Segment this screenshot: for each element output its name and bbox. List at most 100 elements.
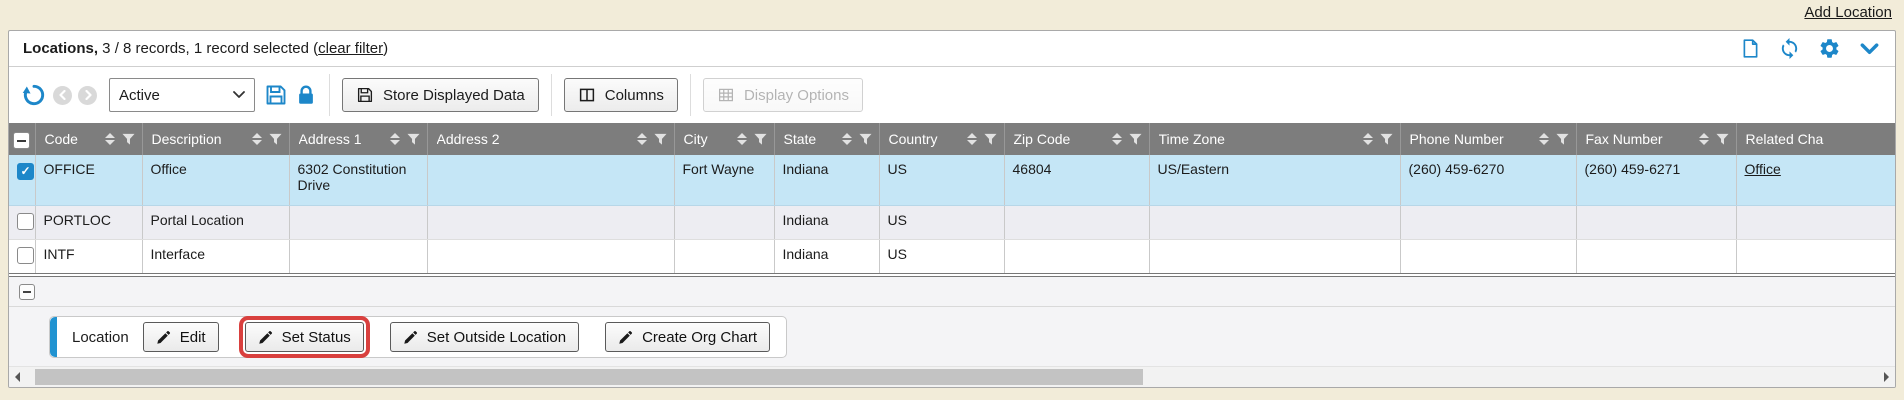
related-chart-link[interactable]: Office [1745,161,1781,177]
table-cell: Indiana [774,239,879,273]
filter-icon[interactable] [407,133,420,146]
column-header-code[interactable]: Code [35,123,142,155]
action-button-label: Create Org Chart [642,329,757,346]
column-header-country[interactable]: Country [879,123,1004,155]
filter-icon[interactable] [1380,133,1393,146]
pencil-icon [258,330,273,345]
sort-icon[interactable] [1699,133,1709,145]
filter-icon[interactable] [269,133,282,146]
toolbar-divider [329,74,330,116]
columns-button[interactable]: Columns [564,78,678,112]
table-cell [1149,205,1400,239]
sort-icon[interactable] [1539,133,1549,145]
floppy-icon [356,86,374,104]
column-label: Code [45,131,98,147]
panel-icon-toolbar [1740,37,1881,60]
location-actions-card: Location EditSet StatusSet Outside Locat… [49,316,787,358]
column-header-address-2[interactable]: Address 2 [427,123,674,155]
chevron-down-icon[interactable] [1858,37,1881,60]
select-all-checkbox[interactable] [13,132,30,149]
refresh-icon[interactable] [1778,37,1801,60]
column-header-fax-number[interactable]: Fax Number [1576,123,1736,155]
locations-table-wrap: Code Description Address 1 Address 2 City Sta… [9,123,1895,273]
sort-icon[interactable] [105,133,115,145]
status-filter-value: Active [119,87,160,104]
display-options-button: Display Options [703,78,863,112]
filter-icon[interactable] [754,133,767,146]
filter-icon[interactable] [1716,133,1729,146]
table-cell [1736,239,1895,273]
table-cell [427,205,674,239]
clear-filter-link[interactable]: clear filter [318,40,383,57]
gear-icon[interactable] [1818,37,1841,60]
sort-icon[interactable] [252,133,262,145]
column-header-city[interactable]: City [674,123,774,155]
set-status-button[interactable]: Set Status [245,322,364,352]
store-displayed-data-button[interactable]: Store Displayed Data [342,78,539,112]
set-outside-location-button[interactable]: Set Outside Location [390,322,579,352]
sort-icon[interactable] [390,133,400,145]
row-checkbox[interactable] [17,247,34,264]
sort-icon[interactable] [1112,133,1122,145]
sort-icon[interactable] [1363,133,1373,145]
table-cell: Indiana [774,205,879,239]
select-all-header [9,123,35,155]
scroll-right-icon[interactable] [1884,372,1889,382]
sort-icon[interactable] [842,133,852,145]
filter-icon[interactable] [654,133,667,146]
edit-button[interactable]: Edit [143,322,219,352]
scroll-left-icon[interactable] [15,372,20,382]
panel-title-label: Locations, [23,40,98,57]
sort-icon[interactable] [967,133,977,145]
column-header-description[interactable]: Description [142,123,289,155]
column-label: City [684,131,730,147]
create-org-chart-button[interactable]: Create Org Chart [605,322,770,352]
new-document-icon[interactable] [1740,37,1761,60]
actions-collapse-row [9,277,1895,307]
records-summary: 3 / 8 records, 1 record selected ( [98,40,318,57]
save-view-icon[interactable] [264,83,288,107]
columns-label: Columns [605,87,664,104]
table-cell: 46804 [1004,155,1149,205]
filter-icon[interactable] [1129,133,1142,146]
column-label: Zip Code [1014,131,1105,147]
column-header-related-cha[interactable]: Related Cha [1736,123,1895,155]
table-row: PORTLOCPortal LocationIndianaUS [9,205,1895,239]
row-select-cell: ✓ [9,155,35,205]
sort-icon[interactable] [637,133,647,145]
column-label: Address 1 [299,131,383,147]
horizontal-scrollbar[interactable] [9,366,1895,387]
table-cell [1004,239,1149,273]
collapse-panel-icon[interactable] [19,284,35,300]
table-cell [1400,239,1576,273]
locations-panel: Locations, 3 / 8 records, 1 record selec… [8,30,1896,388]
filter-icon[interactable] [984,133,997,146]
sort-icon[interactable] [737,133,747,145]
status-filter-select[interactable]: Active [109,78,255,112]
filter-icon[interactable] [859,133,872,146]
column-header-address-1[interactable]: Address 1 [289,123,427,155]
column-header-state[interactable]: State [774,123,879,155]
add-location-link[interactable]: Add Location [1804,4,1892,21]
pencil-icon [618,330,633,345]
column-header-zip-code[interactable]: Zip Code [1004,123,1149,155]
column-header-phone-number[interactable]: Phone Number [1400,123,1576,155]
locations-table: Code Description Address 1 Address 2 City Sta… [9,123,1895,273]
action-button-label: Set Outside Location [427,329,566,346]
actions-footer: Location EditSet StatusSet Outside Locat… [9,307,1895,366]
row-checkbox[interactable]: ✓ [17,163,34,180]
table-cell [1576,239,1736,273]
nav-next-icon[interactable] [78,86,97,105]
pencil-icon [403,330,418,345]
row-checkbox[interactable] [17,213,34,230]
scrollbar-thumb[interactable] [35,369,1143,385]
undo-icon[interactable] [21,82,47,108]
column-label: Related Cha [1746,131,1896,147]
lock-icon[interactable] [295,84,317,107]
filter-icon[interactable] [122,133,135,146]
table-cell [1149,239,1400,273]
column-header-time-zone[interactable]: Time Zone [1149,123,1400,155]
filter-icon[interactable] [1556,133,1569,146]
action-button-label: Set Status [282,329,351,346]
nav-previous-icon[interactable] [53,86,72,105]
